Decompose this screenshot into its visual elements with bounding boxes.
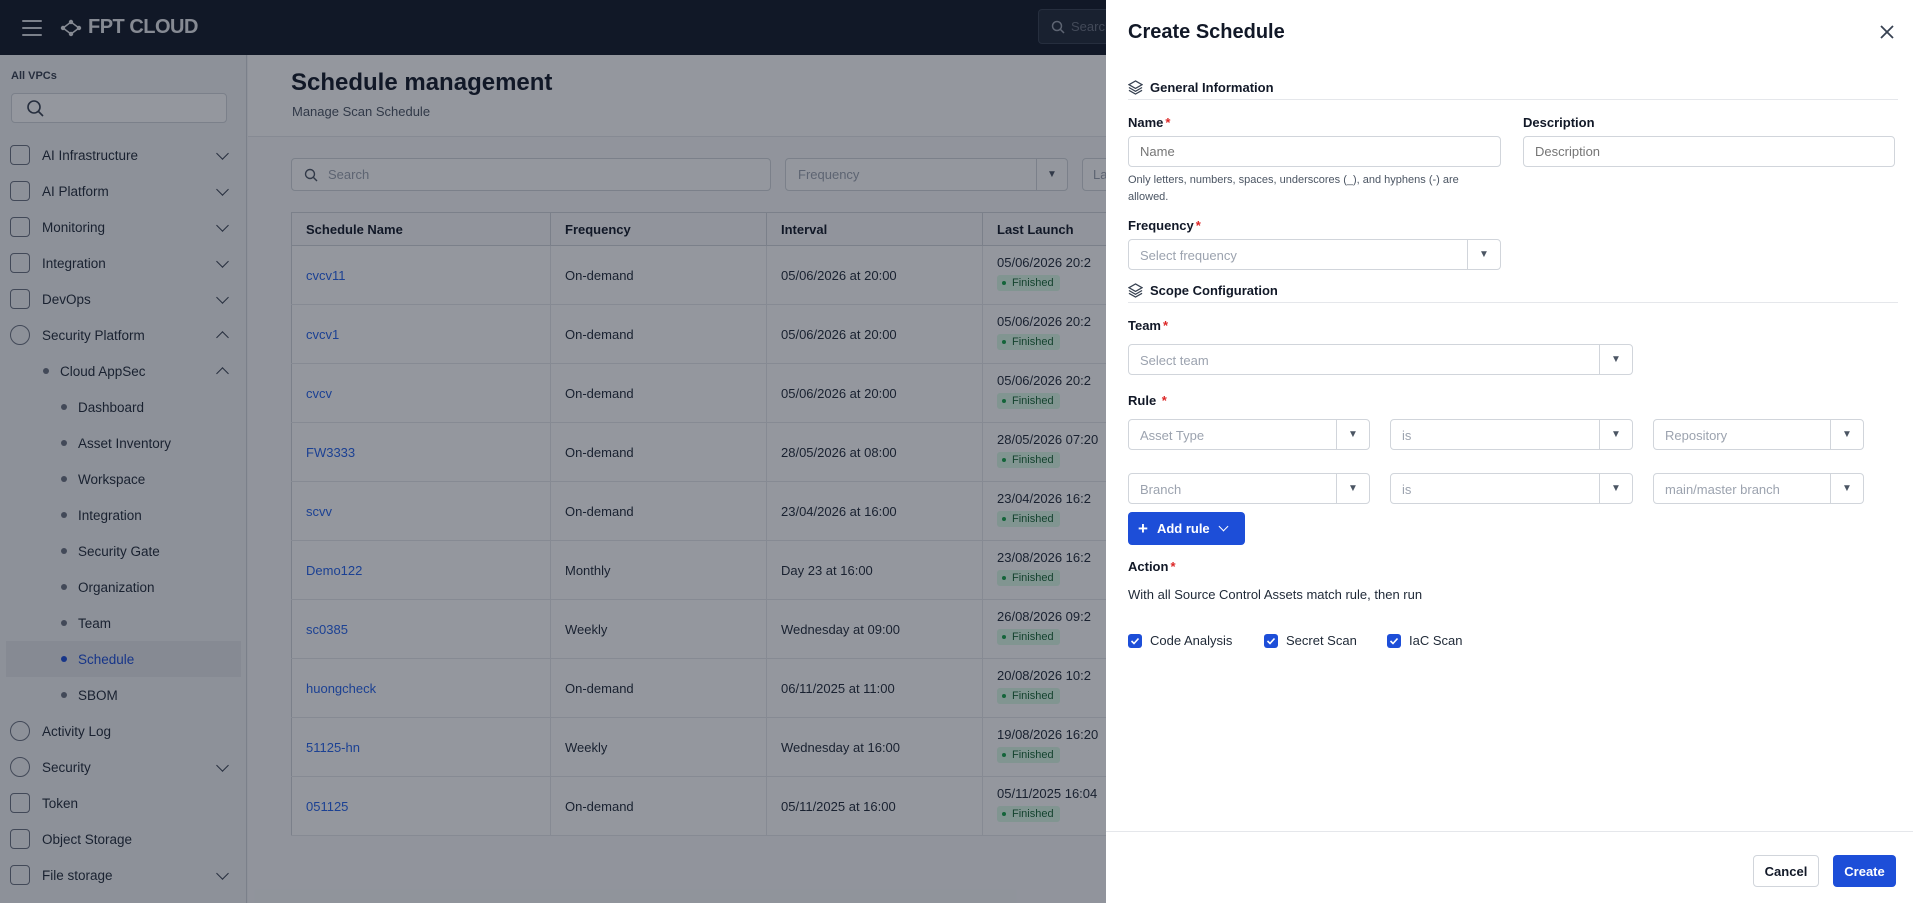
frequency-label: Frequency * — [1128, 218, 1201, 233]
rule-label: Rule * — [1128, 393, 1167, 408]
create-button[interactable]: Create — [1833, 855, 1896, 887]
rule-2-value-select[interactable]: main/master branch ▼ — [1653, 473, 1864, 504]
scope-config-section: Scope Configuration — [1128, 283, 1898, 303]
checkbox-checked-icon — [1387, 633, 1401, 648]
frequency-placeholder: Select frequency — [1140, 248, 1237, 263]
caret-down-icon: ▼ — [1599, 420, 1632, 449]
team-placeholder: Select team — [1140, 353, 1209, 368]
rule-value-value: Repository — [1665, 428, 1728, 443]
action-label: Action * — [1128, 559, 1176, 574]
rule-1-field-select[interactable]: Asset Type ▼ — [1128, 419, 1370, 450]
name-input[interactable] — [1128, 136, 1501, 167]
caret-down-icon: ▼ — [1599, 474, 1632, 503]
create-schedule-drawer: Create Schedule General Information Name… — [1106, 0, 1913, 903]
team-select[interactable]: Select team ▼ — [1128, 344, 1633, 375]
modal-backdrop[interactable] — [0, 0, 1106, 903]
rule-operator-value: is — [1402, 482, 1412, 497]
rule-field-value: Asset Type — [1140, 428, 1205, 443]
rule-2-operator-select[interactable]: is ▼ — [1390, 473, 1633, 504]
secret-scan-checkbox[interactable]: Secret Scan — [1264, 633, 1357, 648]
drawer-footer: Cancel Create — [1106, 831, 1913, 903]
caret-down-icon: ▼ — [1336, 420, 1369, 449]
layers-icon — [1128, 80, 1143, 95]
rule-1-operator-select[interactable]: is ▼ — [1390, 419, 1633, 450]
checkbox-label: IaC Scan — [1409, 633, 1463, 648]
iac-scan-checkbox[interactable]: IaC Scan — [1387, 633, 1462, 648]
checkbox-label: Code Analysis — [1150, 633, 1233, 648]
checkbox-checked-icon — [1128, 633, 1142, 648]
caret-down-icon: ▼ — [1830, 420, 1863, 449]
rule-value-value: main/master branch — [1665, 482, 1780, 497]
description-label: Description — [1523, 115, 1595, 130]
name-label: Name * — [1128, 115, 1171, 130]
rule-field-value: Branch — [1140, 482, 1182, 497]
drawer-title: Create Schedule — [1128, 21, 1285, 43]
cancel-button[interactable]: Cancel — [1753, 855, 1819, 887]
name-hint: Only letters, numbers, spaces, underscor… — [1128, 174, 1459, 203]
section-title: General Information — [1150, 80, 1274, 95]
caret-down-icon: ▼ — [1599, 345, 1632, 374]
checkbox-checked-icon — [1264, 633, 1278, 648]
chevron-down-icon[interactable] — [1218, 521, 1229, 532]
rule-operator-value: is — [1402, 428, 1412, 443]
general-info-section: General Information — [1128, 80, 1898, 100]
description-input[interactable] — [1523, 136, 1895, 167]
plus-icon: + — [1138, 518, 1148, 538]
team-label: Team * — [1128, 318, 1169, 333]
action-description: With all Source Control Assets match rul… — [1128, 587, 1423, 602]
frequency-select[interactable]: Select frequency ▼ — [1128, 239, 1501, 270]
caret-down-icon: ▼ — [1467, 240, 1500, 269]
caret-down-icon: ▼ — [1830, 474, 1863, 503]
caret-down-icon: ▼ — [1336, 474, 1369, 503]
code-analysis-checkbox[interactable]: Code Analysis — [1128, 633, 1232, 648]
close-icon[interactable] — [1877, 22, 1897, 42]
add-rule-label: Add rule — [1156, 521, 1210, 536]
section-title: Scope Configuration — [1150, 283, 1278, 298]
layers-icon — [1128, 283, 1143, 298]
checkbox-label: Secret Scan — [1286, 633, 1357, 648]
add-rule-button[interactable]: + Add rule — [1128, 512, 1245, 545]
rule-1-value-select[interactable]: Repository ▼ — [1653, 419, 1864, 450]
rule-2-field-select[interactable]: Branch ▼ — [1128, 473, 1370, 504]
